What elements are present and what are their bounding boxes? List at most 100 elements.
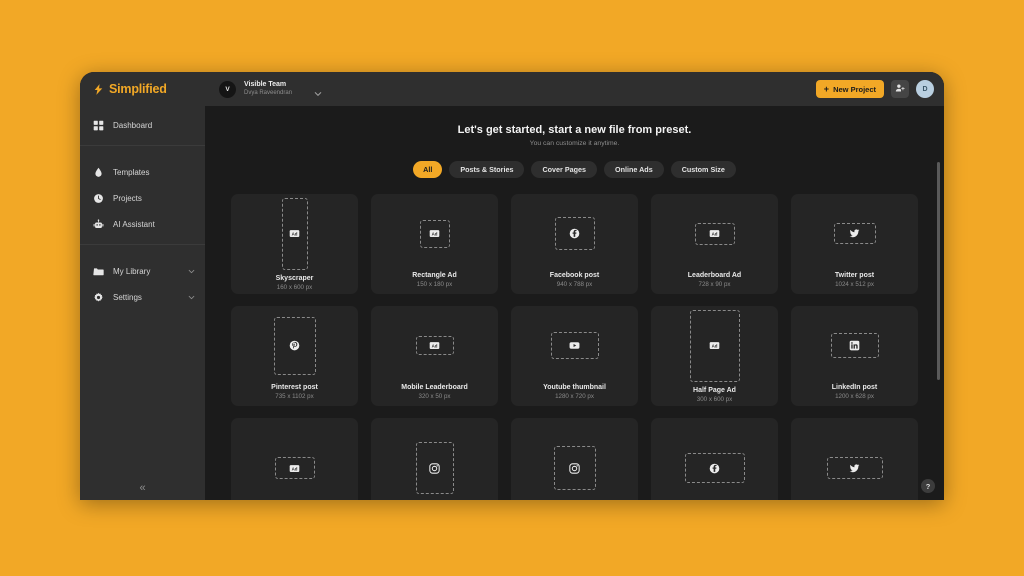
preset-preview xyxy=(377,424,492,500)
preset-size: 940 x 788 px xyxy=(556,281,593,288)
new-project-label: New Project xyxy=(833,84,876,94)
preset-preview xyxy=(797,424,912,500)
double-chevron-left-icon: « xyxy=(139,482,146,494)
sidebar-item-my-library[interactable]: My Library xyxy=(80,258,205,284)
team-user-name: Dvya Raveendran xyxy=(244,89,293,96)
filter-chip[interactable]: Custom Size xyxy=(670,161,736,178)
filter-chip[interactable]: Cover Pages xyxy=(531,161,598,178)
preset-size: 1200 x 628 px xyxy=(835,393,874,400)
sidebar-secondary-group: Templates Projects AI Assistant xyxy=(80,153,205,237)
invite-member-button[interactable] xyxy=(891,80,909,98)
preset-size: 1280 x 720 px xyxy=(555,393,594,400)
preset-card[interactable]: Ad Half Page Ad 300 x 600 px xyxy=(651,306,778,406)
chevron-down-icon[interactable] xyxy=(188,268,195,275)
preset-card[interactable]: Ad Leaderboard Ad 728 x 90 px xyxy=(651,194,778,294)
sidebar-item-projects[interactable]: Projects xyxy=(80,185,205,211)
app-logo[interactable]: Simplified xyxy=(80,72,205,106)
preset-card[interactable] xyxy=(791,418,918,500)
sidebar-item-settings[interactable]: Settings xyxy=(80,284,205,310)
user-avatar[interactable]: D xyxy=(916,80,934,98)
sidebar: Simplified Dashboard Templates Projects … xyxy=(80,72,205,500)
preset-canvas-outline: Ad xyxy=(281,197,308,270)
preset-size: 150 x 180 px xyxy=(416,281,453,288)
chevron-down-icon[interactable] xyxy=(188,294,195,301)
twitter-icon xyxy=(849,462,861,474)
sidebar-item-label: AI Assistant xyxy=(113,219,155,229)
preset-canvas-outline xyxy=(273,316,316,375)
preset-card[interactable]: Ad Mobile Leaderboard 320 x 50 px xyxy=(371,306,498,406)
sidebar-item-label: Templates xyxy=(113,167,150,177)
sidebar-item-label: My Library xyxy=(113,266,151,276)
scrollbar-thumb[interactable] xyxy=(937,162,940,380)
preset-canvas-outline: Ad xyxy=(274,457,315,479)
team-avatar: V xyxy=(219,80,236,98)
sidebar-item-ai-assistant[interactable]: AI Assistant xyxy=(80,211,205,237)
sidebar-item-templates[interactable]: Templates xyxy=(80,159,205,185)
sidebar-item-label: Dashboard xyxy=(113,120,153,130)
preset-canvas-outline xyxy=(553,446,596,490)
preset-card[interactable] xyxy=(651,418,778,500)
chevron-down-icon[interactable] xyxy=(314,85,322,96)
preset-preview: Ad xyxy=(237,197,352,270)
main-column: V Visible Team Dvya Raveendran + New Pro… xyxy=(205,72,944,500)
svg-text:Ad: Ad xyxy=(432,231,438,236)
add-user-icon xyxy=(895,80,905,98)
svg-text:Ad: Ad xyxy=(712,231,718,236)
preset-card[interactable]: Ad Skyscraper 160 x 600 px xyxy=(231,194,358,294)
sidebar-primary-group: Dashboard xyxy=(80,106,205,138)
sidebar-collapse-button[interactable]: « xyxy=(80,482,205,494)
preset-preview xyxy=(517,424,632,500)
sidebar-item-label: Settings xyxy=(113,292,142,302)
team-selector[interactable]: V Visible Team Dvya Raveendran xyxy=(219,80,322,98)
preset-card[interactable]: Pinterest post 735 x 1102 px xyxy=(231,306,358,406)
preset-card[interactable]: Facebook post 940 x 788 px xyxy=(511,194,638,294)
preset-size: 300 x 600 px xyxy=(696,395,733,403)
svg-text:Ad: Ad xyxy=(712,343,718,348)
content-inner: Let's get started, start a new file from… xyxy=(205,106,944,500)
new-project-button[interactable]: + New Project xyxy=(815,80,884,98)
preset-canvas-outline xyxy=(684,453,745,483)
ad-icon: Ad xyxy=(429,228,441,240)
preset-card[interactable]: Twitter post 1024 x 512 px xyxy=(791,194,918,294)
preset-card[interactable]: Youtube thumbnail 1280 x 720 px xyxy=(511,306,638,406)
pinterest-icon xyxy=(289,340,301,352)
preset-canvas-outline xyxy=(830,333,879,358)
sidebar-item-dashboard[interactable]: Dashboard xyxy=(80,112,205,138)
preset-card[interactable] xyxy=(371,418,498,500)
preset-preview xyxy=(797,200,912,267)
preset-preview: Ad xyxy=(377,200,492,267)
preset-card[interactable] xyxy=(511,418,638,500)
preset-title: Twitter post xyxy=(834,272,875,279)
preset-preview xyxy=(237,312,352,379)
preset-preview: Ad xyxy=(377,312,492,379)
clock-icon xyxy=(93,193,104,204)
preset-title: Mobile Leaderboard xyxy=(401,384,468,391)
filter-chip[interactable]: Posts & Stories xyxy=(449,161,525,178)
sidebar-divider-2 xyxy=(80,244,205,245)
preset-size: 728 x 90 px xyxy=(698,281,731,288)
droplet-icon xyxy=(93,167,104,178)
preset-card[interactable]: Ad Rectangle Ad 150 x 180 px xyxy=(371,194,498,294)
plus-icon: + xyxy=(823,83,830,94)
preset-title: Leaderboard Ad xyxy=(687,272,742,279)
preset-card[interactable]: LinkedIn post 1200 x 628 px xyxy=(791,306,918,406)
twitter-icon xyxy=(849,228,861,240)
preset-title: Facebook post xyxy=(549,272,600,279)
folder-icon xyxy=(93,266,104,277)
lightning-s-icon xyxy=(92,83,105,96)
scrollbar-track[interactable] xyxy=(937,132,942,494)
filter-chip[interactable]: Online Ads xyxy=(604,161,664,178)
ad-icon: Ad xyxy=(289,228,301,240)
preset-title: Skyscraper xyxy=(275,274,314,282)
filter-chip[interactable]: All xyxy=(413,161,443,178)
preset-preview xyxy=(517,200,632,267)
preset-canvas-outline xyxy=(826,457,883,479)
robot-icon xyxy=(93,218,104,230)
facebook-icon xyxy=(709,462,721,474)
preset-card[interactable]: Ad xyxy=(231,418,358,500)
preset-grid: Ad Skyscraper 160 x 600 px Ad Rectangle Ad 15… xyxy=(231,194,918,500)
preset-size: 320 x 50 px xyxy=(418,393,451,400)
preset-canvas-outline: Ad xyxy=(694,222,735,245)
help-button[interactable]: ? xyxy=(921,479,935,493)
preset-preview: Ad xyxy=(237,424,352,500)
